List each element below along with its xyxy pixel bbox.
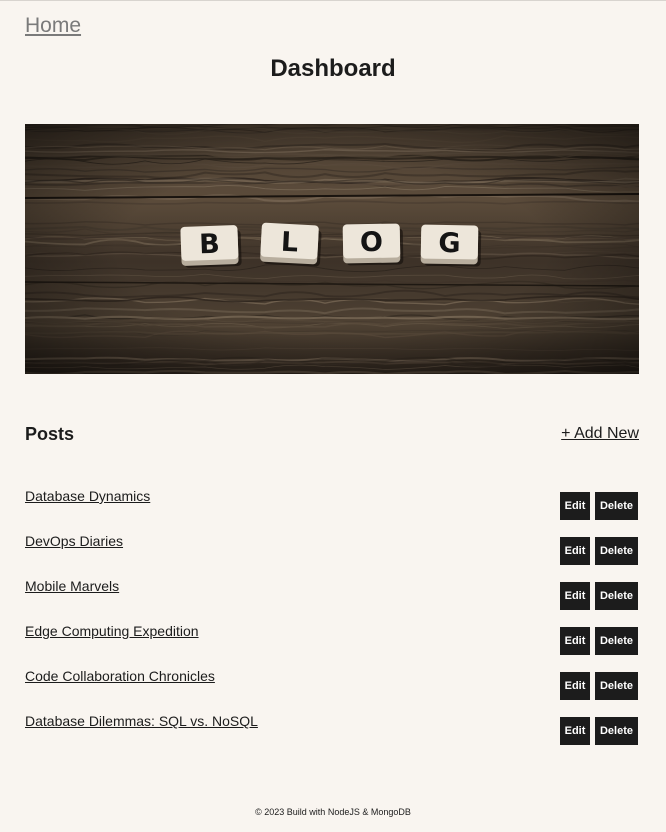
post-actions: Edit Delete — [560, 582, 638, 610]
posts-title: Posts — [25, 424, 75, 444]
post-row: Code Collaboration Chronicles Edit Delete — [25, 667, 639, 712]
page: Home Dashboard BLOG — [0, 1, 666, 832]
hero-image: BLOG — [25, 124, 639, 374]
footer: © 2023 Build with NodeJS & MongoDB — [255, 807, 411, 817]
edit-button[interactable]: Edit — [560, 582, 590, 610]
edit-button[interactable]: Edit — [560, 627, 590, 655]
post-actions: Edit Delete — [560, 717, 638, 745]
post-row: Database Dilemmas: SQL vs. NoSQL Edit Dele… — [25, 712, 639, 757]
edit-button[interactable]: Edit — [560, 537, 590, 565]
post-title-link[interactable]: Code Collaboration Chronicles — [25, 668, 215, 684]
page-title: Dashboard — [270, 55, 396, 82]
add-new-link[interactable]: + Add New — [561, 425, 639, 443]
delete-button[interactable]: Delete — [595, 672, 638, 700]
post-title-link[interactable]: DevOps Diaries — [25, 533, 123, 549]
post-title-link[interactable]: Edge Computing Expedition — [25, 623, 199, 639]
blog-wood-image: BLOG — [25, 124, 639, 374]
home-link[interactable]: Home — [25, 14, 81, 38]
edit-button[interactable]: Edit — [560, 717, 590, 745]
post-list: Database Dynamics Edit Delete DevOps Diarie… — [25, 487, 639, 757]
post-row: Edge Computing Expedition Edit Delete — [25, 622, 639, 667]
delete-button[interactable]: Delete — [595, 537, 638, 565]
post-actions: Edit Delete — [560, 627, 638, 655]
delete-button[interactable]: Delete — [595, 717, 638, 745]
delete-button[interactable]: Delete — [595, 582, 638, 610]
post-actions: Edit Delete — [560, 537, 638, 565]
edit-button[interactable]: Edit — [560, 672, 590, 700]
delete-button[interactable]: Delete — [595, 627, 638, 655]
post-row: Mobile Marvels Edit Delete — [25, 577, 639, 622]
delete-button[interactable]: Delete — [595, 492, 638, 520]
post-actions: Edit Delete — [560, 492, 638, 520]
post-title-link[interactable]: Mobile Marvels — [25, 578, 119, 594]
post-title-link[interactable]: Database Dilemmas: SQL vs. NoSQL — [25, 713, 258, 729]
post-title-link[interactable]: Database Dynamics — [25, 488, 150, 504]
edit-button[interactable]: Edit — [560, 492, 590, 520]
post-row: DevOps Diaries Edit Delete — [25, 532, 639, 577]
post-row: Database Dynamics Edit Delete — [25, 487, 639, 532]
post-actions: Edit Delete — [560, 672, 638, 700]
posts-header: Posts + Add New — [25, 424, 639, 448]
